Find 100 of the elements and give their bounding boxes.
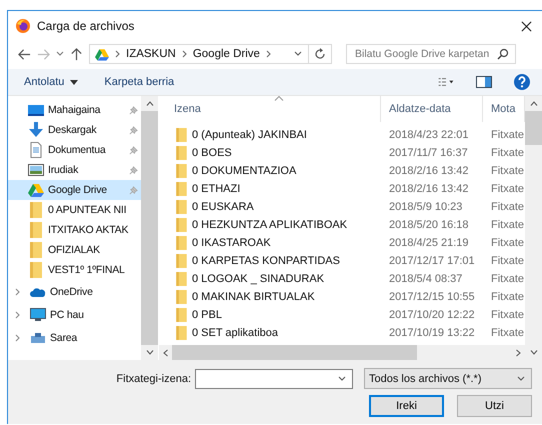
refresh-icon[interactable] (314, 48, 326, 60)
download-arrow-icon (28, 122, 44, 138)
new-folder-button[interactable]: Karpeta berria (96, 74, 182, 90)
chevron-right-icon[interactable] (266, 50, 271, 58)
file-type: Fitxate (491, 219, 524, 231)
sidebar-label: Sarea (50, 332, 78, 344)
chevron-right-icon (182, 50, 187, 58)
pin-icon[interactable] (129, 106, 138, 114)
back-arrow-icon[interactable] (18, 48, 31, 60)
sidebar-item[interactable]: VEST1º 1ºFINAL (8, 260, 141, 280)
file-row[interactable]: 0 KARPETAS KONPARTIDAS 2017/12/17 17:01 Fitxate (159, 252, 525, 270)
dropdown-chevron-icon (517, 376, 525, 382)
file-row[interactable]: 0 ETHAZI 2018/2/16 13:42 Fitxate (159, 180, 525, 198)
sidebar-label: Mahaigaina (48, 104, 100, 116)
breadcrumb[interactable]: IZASKUN (126, 48, 176, 60)
sidebar-item[interactable]: ITXITAKO AKTAK (8, 220, 141, 240)
dropdown-chevron-icon (338, 376, 346, 382)
file-name-label: Fitxategi-izena: (116, 372, 191, 384)
sort-caret-icon (274, 96, 284, 101)
sidebar-item[interactable]: Sarea (8, 326, 141, 349)
folder-icon (176, 236, 187, 250)
sidebar-item[interactable]: Irudiak (8, 160, 141, 180)
scrollbar-thumb[interactable] (172, 345, 417, 360)
file-row[interactable]: 0 HEZKUNTZA APLIKATIBOAK 2018/5/20 16:18 Fitxate (159, 216, 525, 234)
modified-date: 2018/2/16 13:42 (389, 165, 469, 177)
dropdown-chevron-icon[interactable] (294, 51, 302, 57)
sidebar-item[interactable]: OneDrive (8, 280, 141, 303)
horizontal-scrollbar[interactable] (159, 345, 525, 360)
breadcrumb[interactable]: Google Drive (192, 48, 260, 60)
scroll-up-icon[interactable] (530, 101, 538, 106)
file-row[interactable]: 0 PBL 2017/10/20 12:22 Fitxate (159, 306, 525, 324)
file-row[interactable]: 0 BOES 2017/11/7 16:37 Fitxate (159, 144, 525, 162)
folder-icon (176, 254, 187, 268)
sidebar-item[interactable]: 0 APUNTEAK NII (8, 200, 141, 220)
file-type: Fitxate (491, 129, 524, 141)
sidebar-label: OFIZIALAK (48, 244, 100, 256)
file-name-field[interactable] (195, 368, 353, 388)
file-name: 0 KARPETAS KONPARTIDAS (192, 255, 340, 267)
sidebar-item[interactable]: PC hau (8, 303, 141, 326)
modified-date: 2017/11/7 16:37 (389, 147, 468, 159)
open-button[interactable]: Ireki (369, 395, 444, 417)
sidebar-label: Irudiak (48, 164, 78, 176)
modified-date: 2017/12/17 17:01 (389, 255, 475, 267)
document-icon (28, 142, 44, 158)
browser-logo-icon (15, 18, 31, 34)
column-header[interactable]: Izena (159, 96, 381, 122)
expand-chevron-icon[interactable] (14, 310, 22, 318)
scrollbar-thumb[interactable] (525, 111, 542, 145)
address-bar[interactable]: IZASKUN Google Drive (89, 44, 332, 64)
pin-icon[interactable] (129, 126, 138, 134)
modified-date: 2017/10/20 12:22 (389, 309, 475, 321)
sidebar-item[interactable]: Google Drive (8, 180, 141, 200)
scroll-down-icon[interactable] (146, 350, 154, 355)
expand-chevron-icon[interactable] (14, 334, 22, 342)
folder-icon (28, 222, 44, 238)
window-title: Carga de archivos (37, 19, 134, 33)
file-row[interactable]: 0 IKASTAROAK 2018/4/25 21:19 Fitxate (159, 234, 525, 252)
modified-date: 2018/4/23 22:01 (389, 129, 469, 141)
file-list-scrollbar[interactable] (525, 96, 542, 360)
file-type: Fitxate (491, 201, 524, 213)
folder-icon (176, 200, 187, 214)
folder-icon (176, 272, 187, 286)
file-name: 0 LOGOAK _ SINADURAK (192, 273, 324, 285)
sidebar-item[interactable]: Mahaigaina (8, 100, 141, 120)
scroll-down-icon[interactable] (530, 350, 538, 355)
drive-icon (95, 48, 109, 60)
file-row[interactable]: 0 MAKINAK BIRTUALAK 2017/12/15 10:55 Fitxate (159, 288, 525, 306)
folder-icon (176, 182, 187, 196)
file-name: 0 EUSKARA (192, 201, 254, 213)
column-header[interactable]: Aldatze-data (381, 96, 483, 122)
file-row[interactable]: 0 (Apunteak) JAKINBAI 2018/4/23 22:01 Fitxate (159, 126, 525, 144)
file-row[interactable]: 0 SET aplikatiboa 2017/10/19 13:22 Fitxate (159, 324, 525, 342)
file-type-dropdown[interactable]: Todos los archivos (*.*) (364, 368, 532, 389)
modified-date: 2018/5/4 08:37 (389, 273, 462, 285)
scroll-up-icon[interactable] (146, 101, 154, 106)
sidebar-label: PC hau (50, 308, 84, 320)
scroll-right-icon[interactable] (516, 348, 521, 356)
help-icon[interactable] (514, 74, 530, 90)
sidebar-item[interactable]: Deskargak (8, 120, 141, 140)
file-row[interactable]: 0 EUSKARA 2018/5/9 10:23 Fitxate (159, 198, 525, 216)
sidebar-item[interactable]: Dokumentua (8, 140, 141, 160)
pin-icon[interactable] (129, 166, 138, 174)
picture-icon (28, 162, 44, 178)
file-row[interactable]: 0 DOKUMENTAZIOA 2018/2/16 13:42 Fitxate (159, 162, 525, 180)
preview-pane-icon[interactable] (476, 74, 492, 90)
file-name: 0 (Apunteak) JAKINBAI (192, 129, 307, 141)
scroll-left-icon[interactable] (163, 348, 168, 356)
search-field[interactable]: Bilatu Google Drive karpetan (346, 44, 516, 64)
up-arrow-icon[interactable] (70, 48, 83, 60)
cancel-button[interactable]: Utzi (457, 395, 532, 417)
sidebar-label: VEST1º 1ºFINAL (48, 264, 125, 276)
expand-chevron-icon[interactable] (14, 288, 22, 296)
file-type: Fitxate (491, 183, 524, 195)
sidebar-item[interactable]: OFIZIALAK (8, 240, 141, 260)
dropdown-chevron-icon[interactable] (56, 51, 64, 57)
folder-icon (28, 262, 44, 278)
file-row[interactable]: 0 LOGOAK _ SINADURAK 2018/5/4 08:37 Fitxate (159, 270, 525, 288)
organize-button[interactable]: Antolatu (16, 74, 86, 90)
close-icon[interactable] (521, 20, 532, 32)
pin-icon[interactable] (129, 146, 138, 154)
